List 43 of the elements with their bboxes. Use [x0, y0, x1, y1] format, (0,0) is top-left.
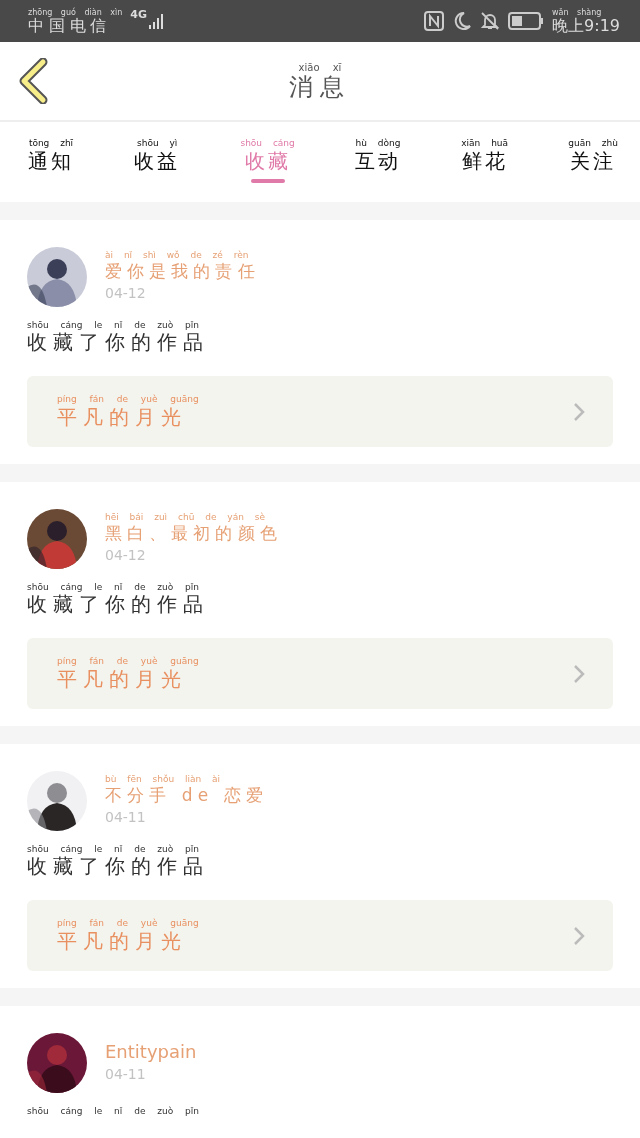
pinyin-text: ài nǐ shì wǒ de zé rèn [105, 250, 249, 261]
tab[interactable]: hù dòng 互动 [355, 128, 401, 192]
clock-time: 晚上9:19 [552, 16, 620, 35]
pinyin-text: hēi bái zuì chū de yán sè [105, 512, 265, 523]
work-link[interactable]: píng fán de yuè guāng 平凡的月光 [27, 638, 613, 709]
tab[interactable]: shōu cáng 收藏 [240, 128, 295, 192]
pinyin-text: bù fēn shǒu liàn ài [105, 774, 221, 785]
moon-icon [452, 11, 473, 31]
pinyin-text: wǎn shàng [552, 7, 602, 17]
user-name[interactable]: 爱你是我的责任 [105, 261, 260, 281]
user-name[interactable]: 不分手 de 恋爱 [105, 785, 268, 805]
tab[interactable]: shōu yì 收益 [134, 128, 181, 192]
pinyin-text: shōu cáng le nǐ de zuò pǐn [27, 1106, 200, 1117]
battery-icon [508, 12, 545, 30]
message-date: 04-12 [105, 547, 147, 563]
pinyin-text: zhōng guó diàn xìn [28, 7, 123, 17]
back-icon[interactable] [18, 58, 48, 104]
message-date: 04-11 [105, 1066, 147, 1082]
user-name[interactable]: Entitypain [105, 1042, 197, 1062]
message-date: 04-12 [105, 285, 147, 301]
work-link[interactable]: píng fán de yuè guāng 平凡的月光 [27, 900, 613, 971]
pinyin-text: xiāo xī [298, 61, 342, 73]
pinyin-text: shōu cáng le nǐ de zuò pǐn [27, 320, 200, 331]
signal-icon [149, 13, 165, 29]
message-text: 收藏了你的作品 [27, 331, 210, 354]
carrier-name: 中国电信 [28, 16, 112, 35]
tab[interactable]: xiān huā 鲜花 [461, 128, 509, 192]
network-type: 4G [130, 8, 147, 21]
chevron-right-icon [573, 401, 585, 422]
pinyin-text: shōu cáng le nǐ de zuò pǐn [27, 844, 200, 855]
muted-bell-icon [480, 11, 501, 31]
tab[interactable]: guān zhù 关注 [568, 128, 618, 192]
chevron-right-icon [573, 925, 585, 946]
tab[interactable]: tōng zhī 通知 [28, 128, 74, 192]
page-title: 消息 [288, 72, 352, 101]
work-link[interactable]: píng fán de yuè guāng 平凡的月光 [27, 376, 613, 447]
message-text: 收藏了你的作品 [27, 593, 210, 616]
nfc-icon [424, 11, 445, 31]
user-name[interactable]: 黑白、最初的颜色 [105, 523, 282, 543]
chevron-right-icon [573, 663, 585, 684]
pinyin-text: shōu cáng le nǐ de zuò pǐn [27, 582, 200, 593]
message-text: 收藏了你的作品 [27, 855, 210, 878]
message-date: 04-11 [105, 809, 147, 825]
